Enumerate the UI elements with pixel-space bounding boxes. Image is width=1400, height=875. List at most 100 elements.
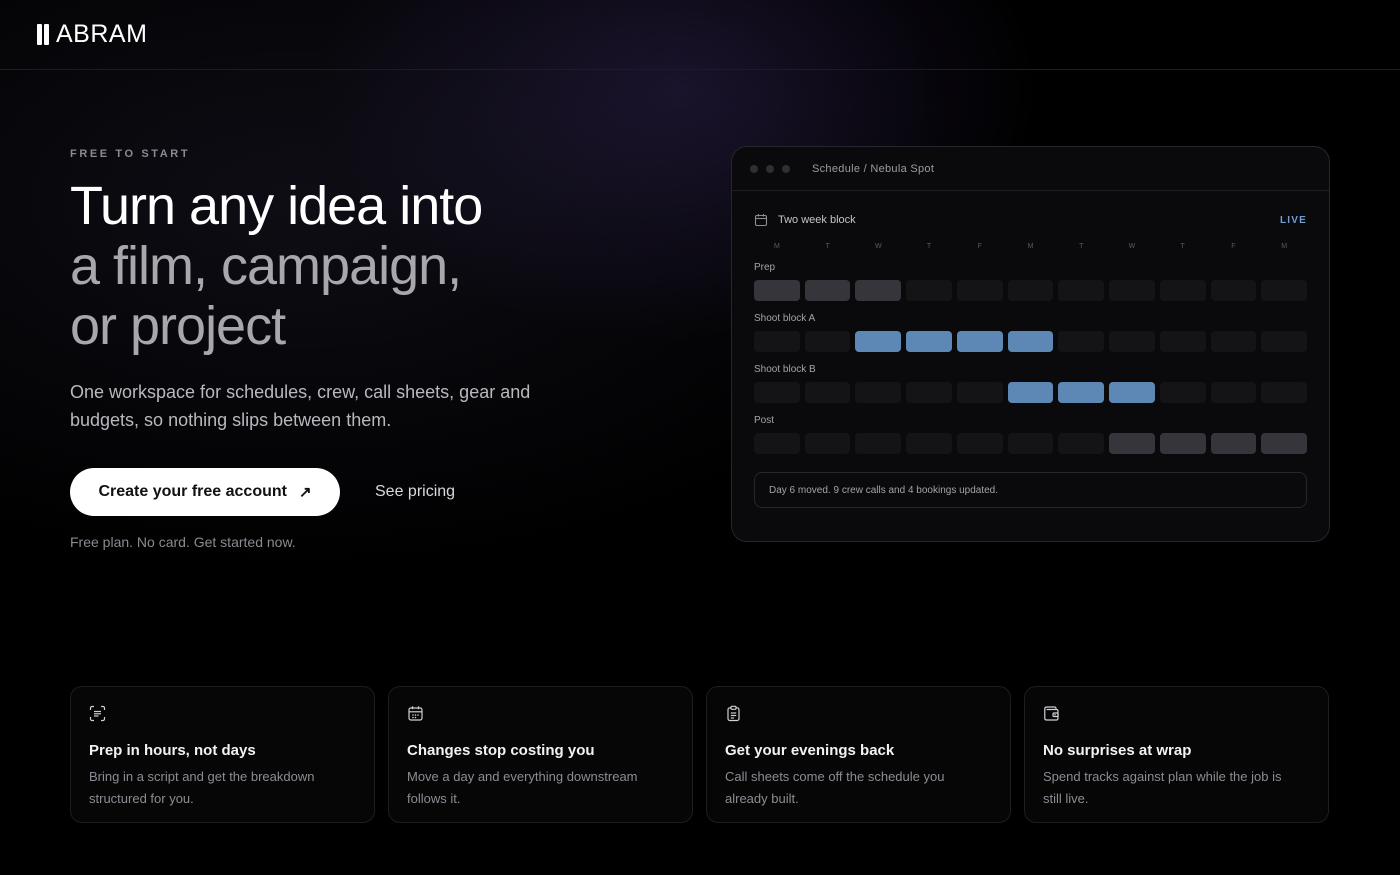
schedule-cell[interactable] [906,433,952,454]
schedule-cell[interactable] [855,280,902,301]
schedule-cell[interactable] [906,382,952,403]
feature-card: Changes stop costing you Move a day and … [388,686,693,823]
schedule-cell[interactable] [956,331,1003,352]
clipboard-icon [727,705,740,722]
calendar-icon [754,214,768,227]
schedule-cell[interactable] [1159,382,1206,403]
headline: Turn any idea into a film, campaign, or … [70,176,670,356]
panel-title: Schedule / Nebula Spot [812,162,935,175]
schedule-cell[interactable] [1261,280,1307,301]
schedule-cell[interactable] [1007,280,1054,301]
headline-line-2: a film, campaign, [70,236,462,296]
schedule-row [754,382,1307,403]
panel-body: Two week block LIVE M T W T F M T W T F M Prep Shoo… [732,191,1329,508]
schedule-row-label: Shoot block A [754,313,816,324]
schedule-cell[interactable] [956,382,1003,403]
block-header: Two week block LIVE [754,213,1307,227]
schedule-cell[interactable] [754,280,800,301]
day-label: T [825,243,830,250]
block-title-group: Two week block [754,213,856,227]
schedule-cell[interactable] [1261,433,1307,454]
headline-line-3: or project [70,296,286,356]
schedule-cell[interactable] [1210,433,1257,454]
schedule-cell[interactable] [754,382,800,403]
schedule-cell[interactable] [956,433,1003,454]
schedule-cell[interactable] [1109,382,1155,403]
schedule-cell[interactable] [1058,382,1105,403]
schedule-cell[interactable] [906,331,952,352]
day-label: M [1281,243,1288,250]
schedule-cell[interactable] [855,433,902,454]
wallet-icon [1044,706,1059,721]
eyebrow: FREE TO START [70,148,191,160]
feature-title: Get your evenings back [725,742,895,759]
window-dot [782,164,790,173]
top-nav: ABRAM [0,0,1400,70]
window-dot [750,164,758,173]
day-label: M [1027,243,1034,250]
schedule-cell[interactable] [804,331,851,352]
schedule-cell[interactable] [804,382,851,403]
schedule-rows: Prep Shoot block A Shoot block B Post [754,262,1307,454]
schedule-cell[interactable] [906,280,952,301]
schedule-cell[interactable] [1261,382,1307,403]
logo-icon [37,24,49,45]
schedule-row [754,331,1307,352]
hero-note: Free plan. No card. Get started now. [70,534,296,550]
scan-text-icon [89,705,106,722]
day-label: M [773,243,780,250]
status-message: Day 6 moved. 9 crew calls and 4 bookings… [754,472,1307,508]
day-label: F [1231,243,1236,250]
see-pricing-link[interactable]: See pricing [375,483,455,501]
schedule-row [754,433,1307,454]
schedule-cell[interactable] [1058,280,1105,301]
feature-card: Prep in hours, not days Bring in a scrip… [70,686,375,823]
schedule-cell[interactable] [804,433,851,454]
brand-logo[interactable]: ABRAM [37,20,147,49]
day-label: F [977,243,982,250]
headline-line-1: Turn any idea into [70,176,483,236]
schedule-cell[interactable] [1109,280,1155,301]
schedule-cell[interactable] [956,280,1003,301]
feature-text: Spend tracks against plan while the job … [1043,769,1282,806]
window-dot [766,164,774,173]
schedule-cell[interactable] [1007,382,1054,403]
schedule-cell[interactable] [855,331,902,352]
schedule-preview-panel: Schedule / Nebula Spot Two week block LI… [731,146,1330,542]
feature-text: Call sheets come off the schedule you al… [725,769,945,806]
panel-titlebar: Schedule / Nebula Spot [732,147,1329,191]
schedule-cell[interactable] [1109,433,1155,454]
day-label: T [1180,243,1185,250]
feature-text: Bring in a script and get the breakdown … [89,769,315,806]
schedule-cell[interactable] [1159,331,1206,352]
day-label: W [1128,243,1136,250]
schedule-row [754,280,1307,301]
schedule-cell[interactable] [1261,331,1307,352]
schedule-cell[interactable] [804,280,851,301]
schedule-cell[interactable] [1058,433,1105,454]
schedule-cell[interactable] [1007,331,1054,352]
schedule-cell[interactable] [754,433,800,454]
feature-title: No surprises at wrap [1043,742,1192,759]
cta-row: Create your free account ↗ See pricing [70,468,670,516]
create-account-button[interactable]: Create your free account ↗ [70,468,340,516]
create-account-label: Create your free account [98,483,287,500]
schedule-cell[interactable] [1109,331,1155,352]
feature-card: No surprises at wrap Spend tracks agains… [1024,686,1329,823]
hero: FREE TO START Turn any idea into a film,… [70,148,670,550]
schedule-cell[interactable] [1210,280,1257,301]
schedule-row-label: Shoot block B [754,364,816,375]
schedule-cell[interactable] [1007,433,1054,454]
schedule-cell[interactable] [1058,331,1105,352]
feature-cards: Prep in hours, not days Bring in a scrip… [70,686,1329,823]
block-title: Two week block [778,214,856,226]
schedule-cell[interactable] [855,382,902,403]
feature-title: Prep in hours, not days [89,742,256,759]
schedule-cell[interactable] [1210,382,1257,403]
schedule-cell[interactable] [754,331,800,352]
schedule-cell[interactable] [1210,331,1257,352]
schedule-cell[interactable] [1159,433,1206,454]
day-label: W [875,243,882,250]
schedule-cell[interactable] [1159,280,1206,301]
hero-subtitle: One workspace for schedules, crew, call … [70,382,531,430]
